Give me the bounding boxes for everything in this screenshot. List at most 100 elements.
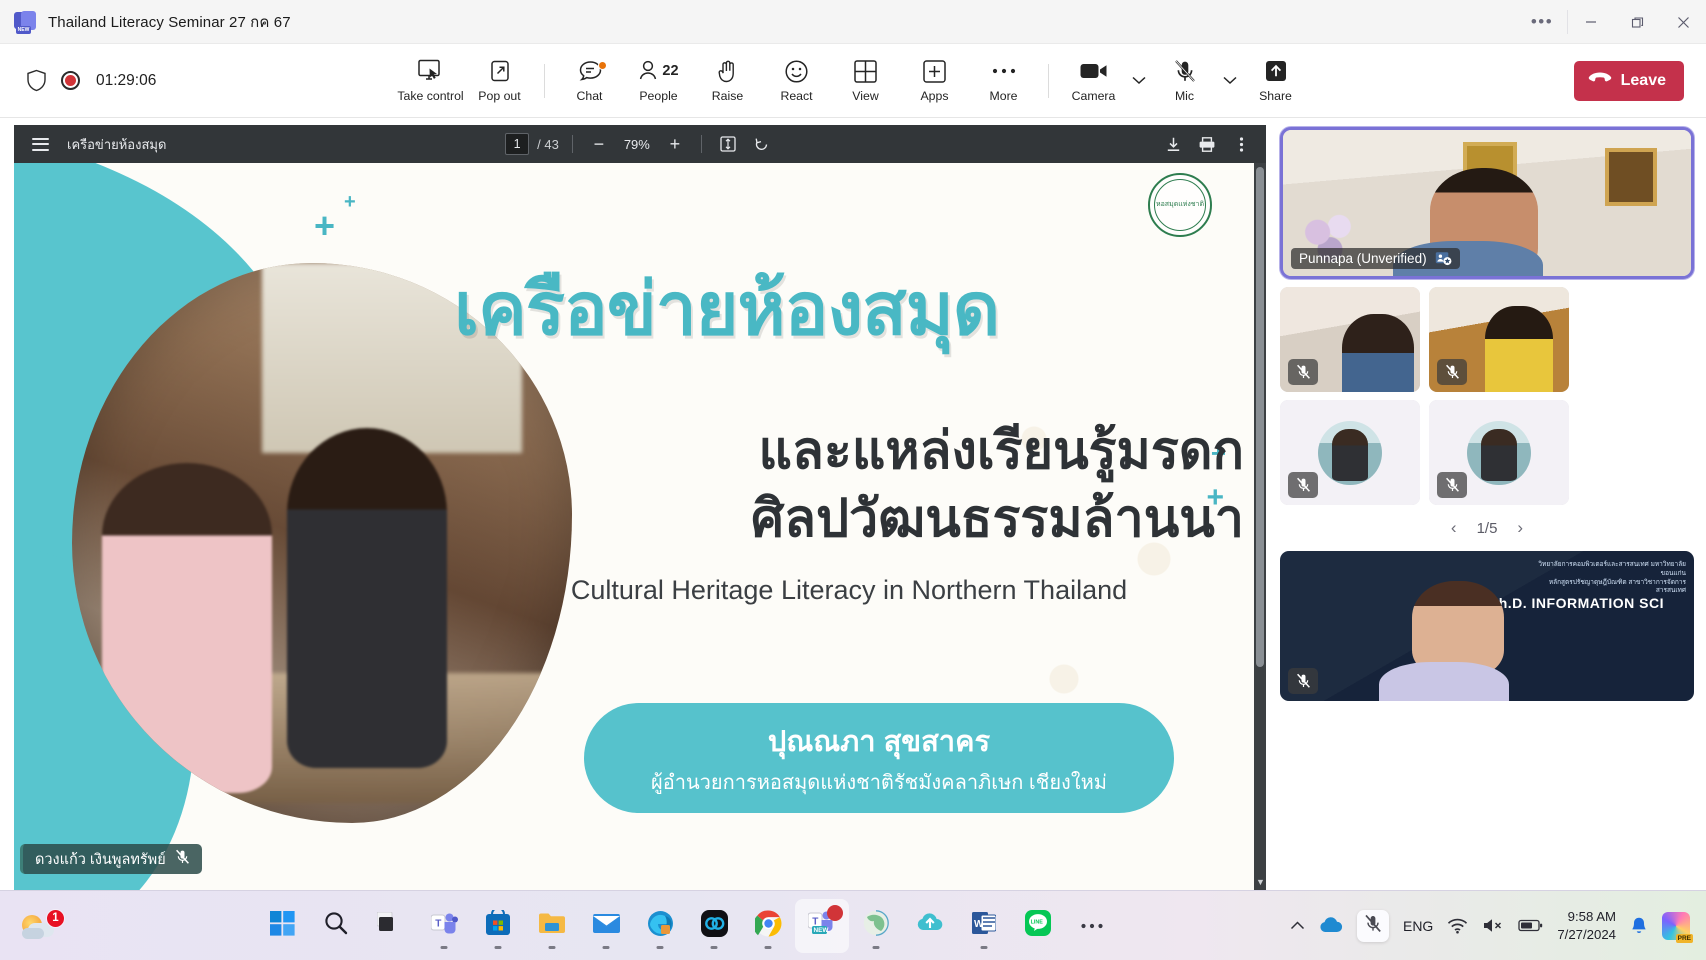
weather-widget[interactable]: 1: [0, 911, 170, 941]
mail[interactable]: [579, 899, 633, 953]
maximize-restore-button[interactable]: [1614, 0, 1660, 44]
bg-title: Ph.D. INFORMATION SCI: [1489, 595, 1664, 611]
windows-logo-icon: [270, 911, 295, 941]
pdf-toolbar-right: [1160, 131, 1254, 157]
mic-button[interactable]: Mic: [1150, 50, 1219, 112]
onedrive-upload[interactable]: [903, 899, 957, 953]
react-button[interactable]: React: [762, 50, 831, 112]
chat-button[interactable]: Chat: [555, 50, 624, 112]
mic-muted-icon: [1288, 359, 1318, 385]
hamburger-menu-icon[interactable]: [32, 138, 49, 151]
share-button[interactable]: Share: [1241, 50, 1310, 112]
mic-muted-icon: [1288, 472, 1318, 498]
tray-chevron-up-icon[interactable]: [1290, 920, 1305, 931]
svg-text:T: T: [435, 918, 441, 929]
roster-prev-button[interactable]: ‹: [1451, 518, 1457, 538]
roster-next-button[interactable]: ›: [1517, 518, 1523, 538]
participant-tile[interactable]: [1280, 400, 1420, 505]
camera-button[interactable]: Camera: [1059, 50, 1128, 112]
wifi-icon[interactable]: [1447, 917, 1468, 934]
rotate-icon[interactable]: [749, 131, 775, 157]
people-button[interactable]: 22 People: [624, 50, 693, 112]
minimize-button[interactable]: [1568, 0, 1614, 44]
taskbar-overflow[interactable]: [1065, 899, 1119, 953]
view-grid-icon: [853, 58, 878, 84]
record-icon[interactable]: [61, 71, 80, 90]
taskbar-apps: T: [255, 899, 1119, 953]
people-count: 22: [662, 63, 678, 79]
mic-muted-icon: [1173, 58, 1197, 84]
file-explorer[interactable]: [525, 899, 579, 953]
svg-text:T: T: [813, 917, 819, 928]
participant-tile-presenter[interactable]: วิทยาลัยการคอมพิวเตอร์และสารสนเทศ มหาวิท…: [1280, 551, 1694, 701]
participant-tile[interactable]: [1429, 287, 1569, 392]
browser-other[interactable]: [849, 899, 903, 953]
raise-hand-button[interactable]: Raise: [693, 50, 762, 112]
svg-text:NEW: NEW: [814, 927, 830, 934]
raise-label: Raise: [712, 89, 743, 103]
tray-mic-muted-button[interactable]: [1357, 910, 1389, 942]
language-indicator[interactable]: ENG: [1403, 918, 1433, 934]
pdf-scrollbar-thumb[interactable]: [1256, 167, 1264, 667]
view-label: View: [852, 89, 878, 103]
teams-new[interactable]: T NEW: [795, 899, 849, 953]
globe-icon: [863, 910, 889, 941]
chrome-browser[interactable]: [741, 899, 795, 953]
pdf-vertical-scrollbar[interactable]: ▼: [1254, 163, 1266, 890]
bell-icon[interactable]: [1630, 916, 1648, 936]
more-button[interactable]: More: [969, 50, 1038, 112]
participant-tile[interactable]: [1429, 400, 1569, 505]
webex-app[interactable]: [687, 899, 741, 953]
copilot-icon[interactable]: PRE: [1662, 912, 1690, 940]
close-button[interactable]: [1660, 0, 1706, 44]
task-view-button[interactable]: [363, 899, 417, 953]
zoom-level-label: 79%: [620, 137, 654, 152]
leave-button[interactable]: Leave: [1574, 61, 1684, 101]
active-speaker-tile[interactable]: Punnapa (Unverified): [1280, 127, 1694, 279]
word-icon: W: [972, 910, 996, 941]
line-app[interactable]: LINE: [1011, 899, 1065, 953]
edge-browser[interactable]: [633, 899, 687, 953]
pop-out-button[interactable]: Pop out: [465, 50, 534, 112]
more-ellipsis-icon: [1080, 917, 1104, 935]
download-icon[interactable]: [1160, 131, 1186, 157]
toolbar-divider-2: [1048, 64, 1049, 98]
camera-options-chevron[interactable]: [1128, 50, 1150, 112]
search-button[interactable]: [309, 899, 363, 953]
page-number-input[interactable]: 1: [505, 133, 529, 155]
participant-tile[interactable]: [1280, 287, 1420, 392]
toolbar-divider: [544, 64, 545, 98]
take-control-button[interactable]: Take control: [396, 50, 465, 112]
mic-options-chevron[interactable]: [1219, 50, 1241, 112]
battery-icon[interactable]: [1518, 918, 1543, 933]
zoom-in-button[interactable]: +: [662, 131, 688, 157]
roster-pagination: ‹ 1/5 ›: [1280, 513, 1694, 543]
clock-widget[interactable]: 9:58 AM 7/27/2024: [1557, 908, 1616, 944]
chat-label: Chat: [577, 89, 603, 103]
pdf-scroll-down-arrow[interactable]: ▼: [1256, 878, 1264, 887]
pdf-page-canvas[interactable]: หอสมุดแห่งชาติ + + + + เครือข่ายห้องสมุด…: [14, 163, 1266, 890]
share-up-icon: [1264, 58, 1288, 84]
more-vertical-icon[interactable]: [1228, 131, 1254, 157]
teams-classic[interactable]: T: [417, 899, 471, 953]
bg-line-2: หลักสูตรปรัชญาดุษฎีบัณฑิต สาขาวิชาการจัด…: [1536, 579, 1686, 597]
pdf-toolbar-center: 1 / 43 − 79% +: [14, 131, 1266, 157]
fit-page-icon[interactable]: [715, 131, 741, 157]
slide-english-subtitle: Cultural Heritage Literacy in Northern T…: [454, 575, 1244, 606]
volume-muted-icon[interactable]: [1482, 917, 1504, 934]
presenter-name-badge: ดวงแก้ว เงินพูลทรัพย์: [20, 844, 202, 874]
window-controls: •••: [1517, 0, 1706, 44]
line-icon: LINE: [1025, 910, 1051, 941]
view-button[interactable]: View: [831, 50, 900, 112]
active-speaker-name-badge: Punnapa (Unverified): [1291, 248, 1460, 269]
titlebar-more-button[interactable]: •••: [1517, 0, 1567, 44]
microsoft-store[interactable]: [471, 899, 525, 953]
onedrive-icon[interactable]: [1319, 917, 1343, 934]
start-button[interactable]: [255, 899, 309, 953]
zoom-out-button[interactable]: −: [586, 131, 612, 157]
share-label: Share: [1259, 89, 1292, 103]
print-icon[interactable]: [1194, 131, 1220, 157]
word[interactable]: W: [957, 899, 1011, 953]
shield-icon[interactable]: [26, 69, 47, 92]
apps-button[interactable]: Apps: [900, 50, 969, 112]
